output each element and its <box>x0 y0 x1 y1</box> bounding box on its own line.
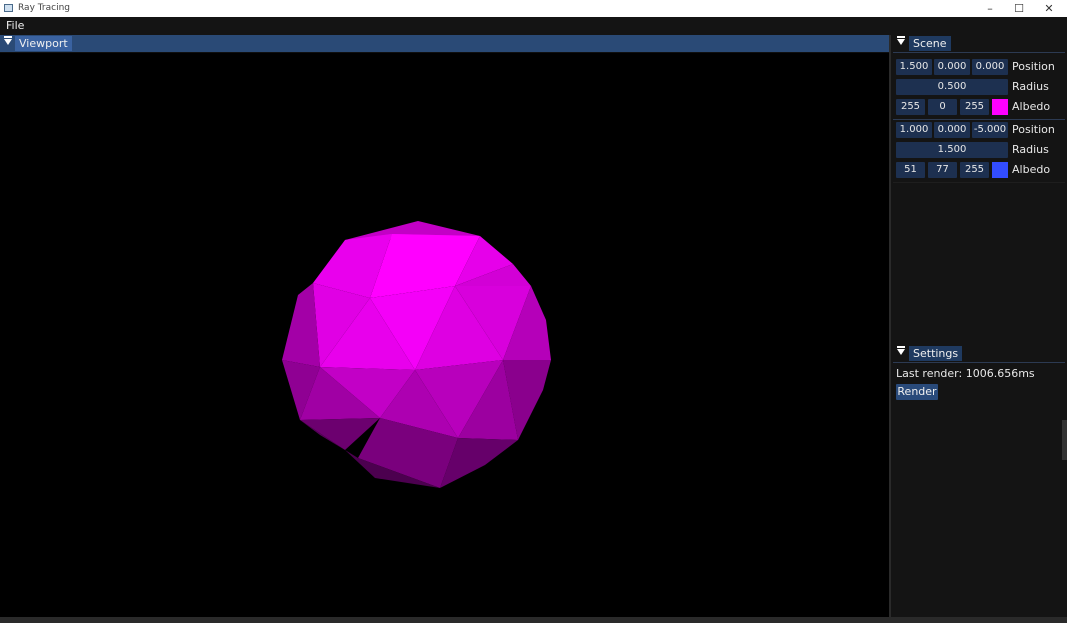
settings-tab-bar: Settings <box>893 345 1065 363</box>
viewport-canvas[interactable] <box>0 53 889 617</box>
render-button[interactable]: Render <box>896 384 938 400</box>
menu-file[interactable]: File <box>6 19 24 32</box>
sphere-0-albedo-b[interactable]: 255 <box>960 99 989 115</box>
minimize-button[interactable]: – <box>974 0 1006 17</box>
sphere-0-position-y[interactable]: 0.000 <box>934 59 970 75</box>
sphere-1-albedo-b[interactable]: 255 <box>960 162 989 178</box>
sphere-0-albedo-swatch[interactable] <box>992 99 1008 115</box>
albedo-label: Albedo <box>1012 163 1051 176</box>
scene-tab-bar: Scene <box>893 35 1065 53</box>
collapse-triangle-icon[interactable] <box>897 346 905 355</box>
sphere-1-albedo-swatch[interactable] <box>992 162 1008 178</box>
tab-viewport[interactable]: Viewport <box>15 36 72 51</box>
maximize-button[interactable]: ☐ <box>1003 0 1035 17</box>
rendered-sphere <box>282 221 551 488</box>
albedo-label: Albedo <box>1012 100 1051 113</box>
window-title: Ray Tracing <box>18 3 71 13</box>
tab-settings[interactable]: Settings <box>909 346 963 361</box>
sphere-1-albedo-g[interactable]: 77 <box>928 162 957 178</box>
position-label: Position <box>1012 123 1055 136</box>
close-button[interactable]: ✕ <box>1033 0 1065 17</box>
window-titlebar: Ray Tracing – ☐ ✕ <box>0 0 1067 17</box>
viewport-tab-bar: Viewport <box>0 35 889 52</box>
taskbar-strip <box>0 617 1067 623</box>
collapse-triangle-icon[interactable] <box>897 36 905 45</box>
sphere-0-radius[interactable]: 0.500 <box>896 79 1008 95</box>
sphere-1-albedo-r[interactable]: 51 <box>896 162 925 178</box>
sphere-1-position-x[interactable]: 1.000 <box>896 122 932 138</box>
sphere-0-albedo-r[interactable]: 255 <box>896 99 925 115</box>
sphere-0-position-z[interactable]: 0.000 <box>972 59 1008 75</box>
radius-label: Radius <box>1012 80 1049 93</box>
tab-scene[interactable]: Scene <box>909 36 951 51</box>
scene-bottom-separator <box>893 182 1065 183</box>
last-render-time: Last render: 1006.656ms <box>896 367 1035 380</box>
sphere-1-position-y[interactable]: 0.000 <box>934 122 970 138</box>
radius-label: Radius <box>1012 143 1049 156</box>
menu-bar: File <box>0 17 1067 35</box>
sphere-0-albedo-g[interactable]: 0 <box>928 99 957 115</box>
sphere-1-radius[interactable]: 1.500 <box>896 142 1008 158</box>
collapse-triangle-icon[interactable] <box>4 36 12 45</box>
sphere-1-position-z[interactable]: -5.000 <box>972 122 1008 138</box>
sphere-0-position-x[interactable]: 1.500 <box>896 59 932 75</box>
sphere-separator <box>893 119 1065 120</box>
side-scrollbar[interactable] <box>1062 420 1067 460</box>
app-icon <box>4 4 13 12</box>
position-label: Position <box>1012 60 1055 73</box>
